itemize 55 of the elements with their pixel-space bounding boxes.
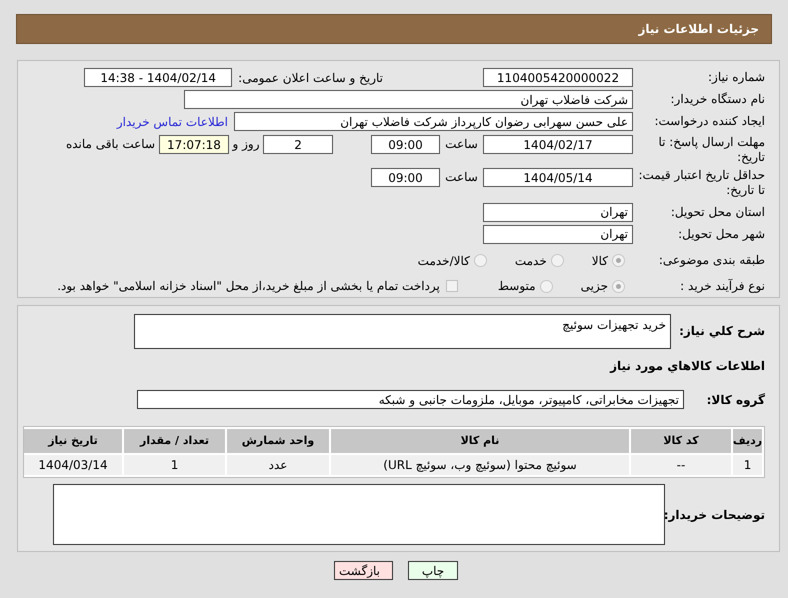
column-header: تعداد / مقدار (124, 429, 225, 453)
text-field[interactable]: شرکت فاضلاب تهران (184, 90, 633, 109)
text-field[interactable]: 1404/05/14 (483, 168, 633, 188)
text-field[interactable]: 1104005420000022 (483, 68, 633, 87)
field-label: شرح كلي نياز: (678, 323, 765, 340)
column-header: واحد شمارش (227, 429, 329, 453)
description-box[interactable]: خرید تجهیزات سوئیچ (134, 314, 671, 349)
field-label: طبقه بندی موضوعی: (658, 253, 765, 268)
text-field[interactable]: 09:00 (371, 168, 440, 188)
page-title: جزئیات اطلاعات نیاز (638, 21, 759, 38)
print-button[interactable]: چاپ (408, 561, 458, 580)
text-field[interactable]: تهران (483, 202, 633, 222)
field-label: حداقل تاریخ اعتبار قیمت: تا تاریخ: (637, 168, 765, 198)
field-label: توضیحات خریدار: (665, 506, 765, 524)
text-field[interactable]: 09:00 (371, 135, 440, 154)
section-title: اطلاعات كالاهاي مورد نياز (608, 358, 765, 375)
text-field[interactable]: 2 (263, 135, 333, 154)
field-label: تاریخ و ساعت اعلان عمومی: (238, 70, 383, 86)
text-field[interactable]: 1404/02/14 - 14:38 (84, 68, 232, 87)
table-cell: 1 (124, 455, 225, 475)
field-label: جزیی (580, 278, 608, 296)
table-cell: -- (631, 455, 731, 475)
text-field[interactable]: تهران (483, 224, 633, 244)
field-label: استان محل تحویل: (670, 204, 765, 220)
field-label: گروه کالا: (706, 392, 765, 408)
column-header: کد کالا (631, 429, 731, 453)
buyer-contact-link[interactable]: اطلاعات تماس خریدار (116, 112, 228, 130)
notes-box[interactable] (53, 484, 665, 545)
field-label: نام دستگاه خریدار: (670, 92, 765, 107)
field-label: متوسط (498, 278, 536, 296)
table-cell: سوئیچ محتوا (سوئیچ وب، سوئیچ URL) (331, 455, 629, 475)
field-label: خدمت (514, 252, 547, 270)
field-label: ساعت (444, 169, 479, 186)
field-label: پرداخت تمام یا بخشی از مبلغ خرید،از محل "اسناد خزانه اسلامی" خواهد بود. (57, 278, 440, 296)
text-field[interactable]: 1404/02/17 (483, 135, 633, 154)
back-button[interactable]: بازگشت (334, 561, 393, 580)
text-field[interactable]: علی حسن سهرابی رضوان کارپرداز شرکت فاضلاب تهران (234, 112, 633, 131)
table-cell: عدد (227, 455, 329, 475)
field-label: نوع فرآیند خرید : (679, 278, 765, 294)
table-cell: 1 (733, 455, 762, 475)
column-header: تاریخ نیاز (24, 429, 122, 453)
field-label: ایجاد کننده درخواست: (653, 114, 765, 129)
text-field[interactable]: تجهیزات مخابراتی، کامپیوتر، موبایل، ملزومات جانبی و شبکه (137, 390, 684, 409)
field-label: ساعت باقی مانده (66, 136, 155, 153)
field-label: روز و (231, 136, 260, 153)
countdown-field[interactable]: 17:07:18 (159, 135, 229, 154)
field-label: کالا (592, 252, 608, 270)
field-label: شهر محل تحویل: (677, 226, 765, 242)
table-cell: 1404/03/14 (24, 455, 122, 475)
field-label: ساعت (444, 136, 479, 153)
field-label: شماره نیاز: (707, 70, 765, 85)
column-header: نام کالا (331, 429, 629, 453)
column-header: رديف (733, 429, 762, 453)
field-label: کالا/خدمت (418, 252, 470, 270)
field-label: مهلت ارسال پاسخ: تا تاریخ: (657, 135, 765, 165)
